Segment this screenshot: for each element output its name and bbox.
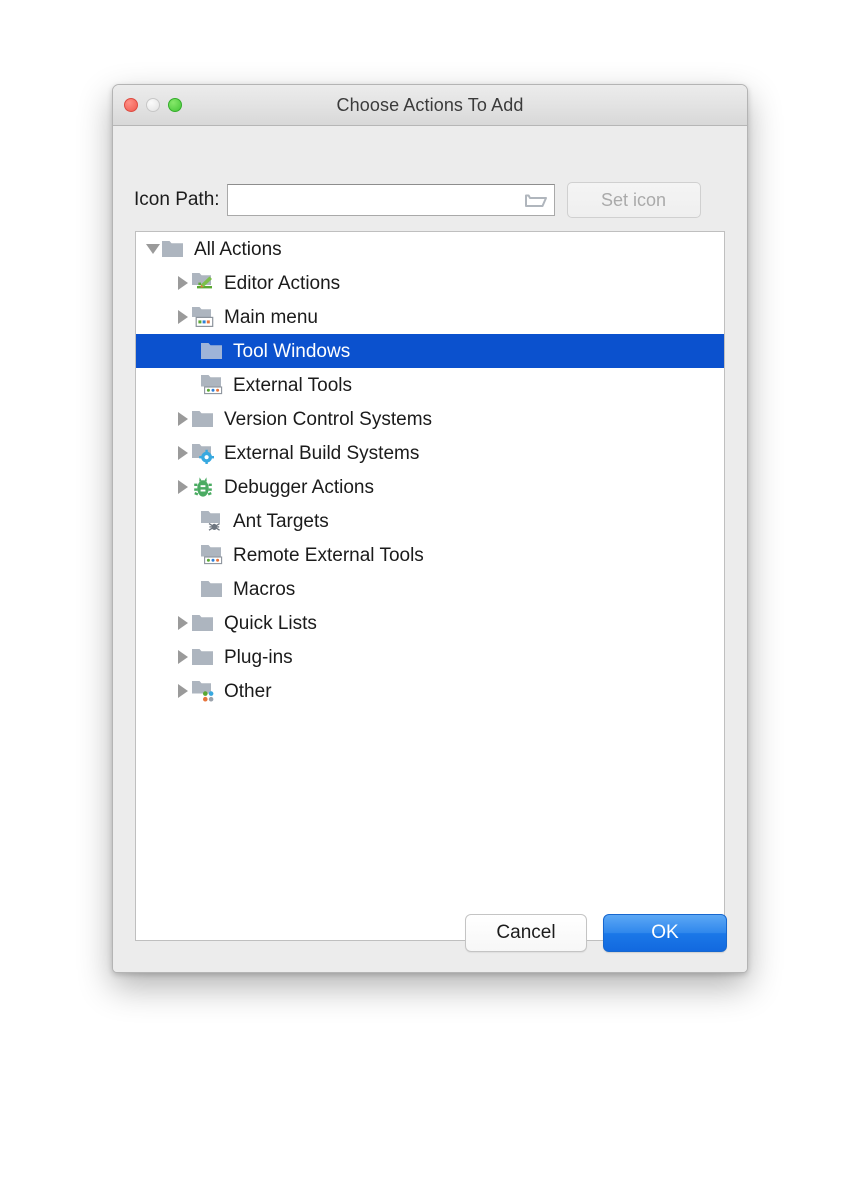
window-title: Choose Actions To Add — [336, 94, 524, 115]
tree-item-label: Main menu — [224, 306, 318, 328]
tree-item-label: Macros — [233, 578, 296, 600]
tree-item-version-control-systems[interactable]: Version Control Systems — [136, 402, 724, 436]
tree-item-plug-ins[interactable]: Plug-ins — [136, 640, 724, 674]
disclosure-triangle-closed-icon[interactable] — [175, 436, 191, 470]
tree-item-label: Remote External Tools — [233, 544, 424, 566]
choose-actions-dialog: Choose Actions To Add Icon Path: Set ico… — [112, 84, 748, 973]
tree-item-label: Plug-ins — [224, 646, 293, 668]
icon-path-label: Icon Path: — [134, 189, 220, 210]
disclosure-triangle-closed-icon[interactable] — [175, 674, 191, 708]
folder-pencil-icon — [191, 272, 215, 294]
folder-icon — [191, 612, 215, 634]
tree-item-tool-windows[interactable]: Tool Windows — [136, 334, 724, 368]
folder-icon — [191, 646, 215, 668]
folder-dots-icon — [191, 680, 215, 702]
folder-menu-icon — [191, 306, 215, 328]
open-folder-icon[interactable] — [524, 192, 547, 208]
tree-item-other[interactable]: Other — [136, 674, 724, 708]
disclosure-triangle-closed-icon[interactable] — [175, 606, 191, 640]
icon-path-input[interactable] — [227, 186, 528, 214]
tree-item-label: All Actions — [194, 238, 282, 260]
folder-ant-icon — [200, 510, 224, 532]
folder-icon — [191, 408, 215, 430]
folder-icon — [161, 238, 185, 260]
disclosure-triangle-closed-icon[interactable] — [175, 300, 191, 334]
tree-item-all-actions[interactable]: All Actions — [136, 232, 724, 266]
folder-tools-icon — [200, 544, 224, 566]
tree-item-debugger-actions[interactable]: Debugger Actions — [136, 470, 724, 504]
disclosure-triangle-closed-icon[interactable] — [175, 402, 191, 436]
tree-item-editor-actions[interactable]: Editor Actions — [136, 266, 724, 300]
actions-tree[interactable]: All Actions Editor Actions Main menu Tool… — [135, 231, 725, 941]
window-controls — [124, 98, 182, 112]
icon-path-row: Icon Path: Set icon — [134, 182, 701, 218]
folder-icon — [200, 578, 224, 600]
zoom-button-icon[interactable] — [168, 98, 182, 112]
bug-icon — [191, 476, 215, 498]
disclosure-triangle-closed-icon[interactable] — [175, 470, 191, 504]
tree-item-label: Ant Targets — [233, 510, 329, 532]
tree-item-label: Quick Lists — [224, 612, 317, 634]
minimize-button-icon[interactable] — [146, 98, 160, 112]
folder-gear-icon — [191, 442, 215, 465]
tree-item-macros[interactable]: Macros — [136, 572, 724, 606]
ok-button[interactable]: OK — [603, 914, 727, 952]
tree-item-label: Tool Windows — [233, 340, 351, 362]
tree-item-external-tools[interactable]: External Tools — [136, 368, 724, 402]
dialog-footer: Cancel OK — [465, 914, 727, 952]
icon-path-field[interactable] — [226, 184, 555, 216]
set-icon-button[interactable]: Set icon — [566, 182, 701, 218]
tree-rows: All Actions Editor Actions Main menu Tool… — [136, 232, 724, 708]
tree-item-main-menu[interactable]: Main menu — [136, 300, 724, 334]
tree-item-label: External Build Systems — [224, 442, 420, 464]
tree-item-label: Editor Actions — [224, 272, 341, 294]
window-titlebar: Choose Actions To Add — [113, 85, 747, 126]
disclosure-triangle-closed-icon[interactable] — [175, 640, 191, 674]
folder-icon — [200, 340, 224, 362]
tree-item-label: External Tools — [233, 374, 352, 396]
folder-tools-icon — [200, 374, 224, 396]
cancel-button[interactable]: Cancel — [465, 914, 587, 952]
screen-canvas: Choose Actions To Add Icon Path: Set ico… — [0, 0, 860, 1178]
tree-item-remote-external-tools[interactable]: Remote External Tools — [136, 538, 724, 572]
tree-item-external-build-systems[interactable]: External Build Systems — [136, 436, 724, 470]
disclosure-triangle-open-icon[interactable] — [145, 232, 161, 266]
tree-item-label: Version Control Systems — [224, 408, 433, 430]
tree-item-label: Other — [224, 680, 272, 702]
tree-item-label: Debugger Actions — [224, 476, 374, 498]
close-button-icon[interactable] — [124, 98, 138, 112]
disclosure-triangle-closed-icon[interactable] — [175, 266, 191, 300]
dialog-content: Icon Path: Set icon All Actions Editor A… — [113, 126, 747, 972]
tree-item-quick-lists[interactable]: Quick Lists — [136, 606, 724, 640]
tree-item-ant-targets[interactable]: Ant Targets — [136, 504, 724, 538]
